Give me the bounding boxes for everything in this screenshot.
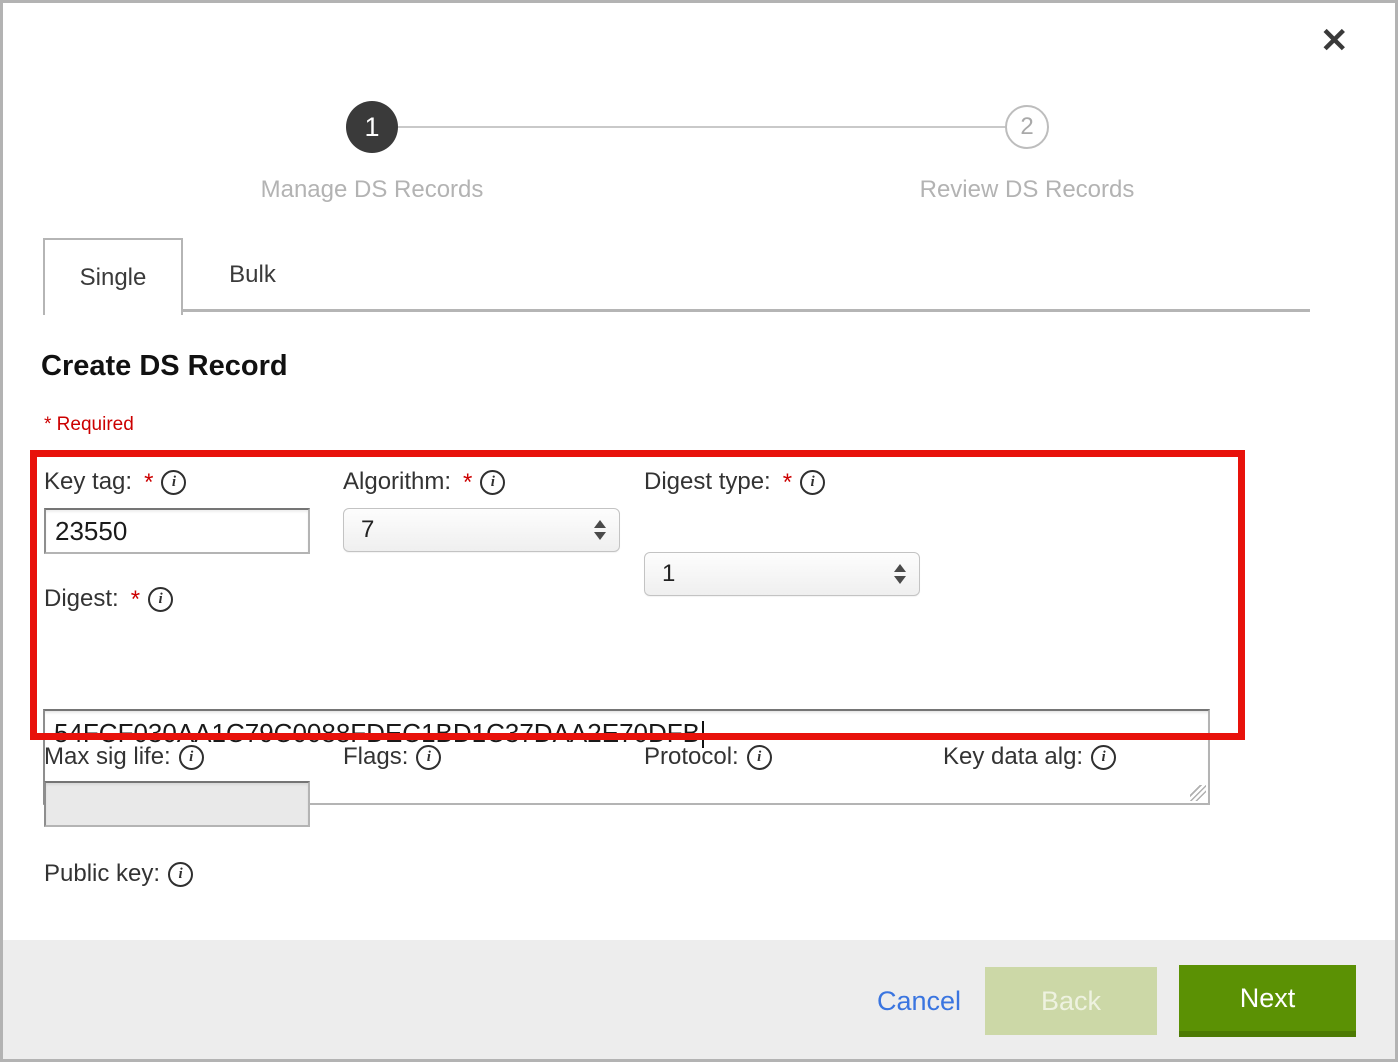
digest-type-label-row: Digest type: * i — [644, 466, 825, 498]
flags-label-row: Flags: i — [343, 741, 441, 773]
key-tag-value: 23550 — [55, 516, 127, 547]
protocol-label-row: Protocol: i — [644, 741, 772, 773]
info-icon[interactable]: i — [480, 470, 505, 495]
next-button[interactable]: Next — [1179, 965, 1356, 1037]
step-2-circle: 2 — [1005, 105, 1049, 149]
key-tag-label: Key tag: — [44, 468, 132, 496]
digest-label-row: Digest: * i — [44, 583, 173, 615]
flags-label: Flags: — [343, 743, 408, 771]
protocol-label: Protocol: — [644, 743, 739, 771]
key-tag-label-row: Key tag: * i — [44, 466, 186, 498]
info-icon[interactable]: i — [416, 745, 441, 770]
required-asterisk: * — [783, 471, 792, 495]
back-button[interactable]: Back — [985, 967, 1157, 1035]
required-asterisk: * — [144, 471, 153, 495]
public-key-label-row: Public key: i — [44, 858, 193, 890]
digest-type-label: Digest type: — [644, 468, 771, 496]
max-sig-life-label-row: Max sig life: i — [44, 741, 204, 773]
next-button-label: Next — [1240, 983, 1296, 1014]
max-sig-life-label: Max sig life: — [44, 743, 171, 771]
key-data-alg-label-row: Key data alg: i — [943, 741, 1116, 773]
step-1-circle: 1 — [346, 101, 398, 153]
digest-type-select[interactable]: 1 — [644, 552, 920, 596]
max-sig-life-input[interactable] — [44, 781, 310, 827]
info-icon[interactable]: i — [168, 862, 193, 887]
digest-label: Digest: — [44, 585, 119, 613]
create-ds-record-modal: ✕ 1 2 Manage DS Records Review DS Record… — [0, 0, 1398, 1062]
highlight-rectangle — [30, 450, 1245, 740]
algorithm-selected-value: 7 — [361, 516, 374, 544]
algorithm-select[interactable]: 7 — [343, 508, 620, 552]
info-icon[interactable]: i — [148, 587, 173, 612]
info-icon[interactable]: i — [179, 745, 204, 770]
key-data-alg-label: Key data alg: — [943, 743, 1083, 771]
algorithm-label-row: Algorithm: * i — [343, 466, 505, 498]
info-icon[interactable]: i — [1091, 745, 1116, 770]
info-icon[interactable]: i — [800, 470, 825, 495]
tab-bulk-label: Bulk — [229, 261, 276, 289]
resize-handle-icon[interactable] — [1190, 785, 1206, 801]
required-asterisk: * — [131, 588, 140, 612]
cancel-button[interactable]: Cancel — [877, 986, 961, 1017]
digest-type-selected-value: 1 — [662, 560, 675, 588]
info-icon[interactable]: i — [161, 470, 186, 495]
tab-bulk[interactable]: Bulk — [185, 240, 320, 310]
algorithm-label: Algorithm: — [343, 468, 451, 496]
modal-footer: Cancel Back Next — [0, 940, 1398, 1062]
page-title: Create DS Record — [41, 350, 288, 383]
required-asterisk: * — [463, 471, 472, 495]
step-2-label: Review DS Records — [827, 176, 1227, 204]
step-1-label: Manage DS Records — [172, 176, 572, 204]
close-icon[interactable]: ✕ — [1320, 24, 1349, 58]
step-1-number: 1 — [364, 112, 379, 143]
tab-single-label: Single — [80, 264, 147, 292]
key-tag-input[interactable]: 23550 — [44, 508, 310, 554]
back-button-label: Back — [1041, 986, 1101, 1017]
select-arrows-icon — [894, 564, 906, 584]
info-icon[interactable]: i — [747, 745, 772, 770]
required-note: * Required — [44, 414, 134, 436]
tab-single[interactable]: Single — [43, 238, 183, 315]
stepper-connector-line — [372, 126, 1028, 128]
step-2-number: 2 — [1020, 113, 1033, 141]
select-arrows-icon — [594, 520, 606, 540]
public-key-label: Public key: — [44, 860, 160, 888]
